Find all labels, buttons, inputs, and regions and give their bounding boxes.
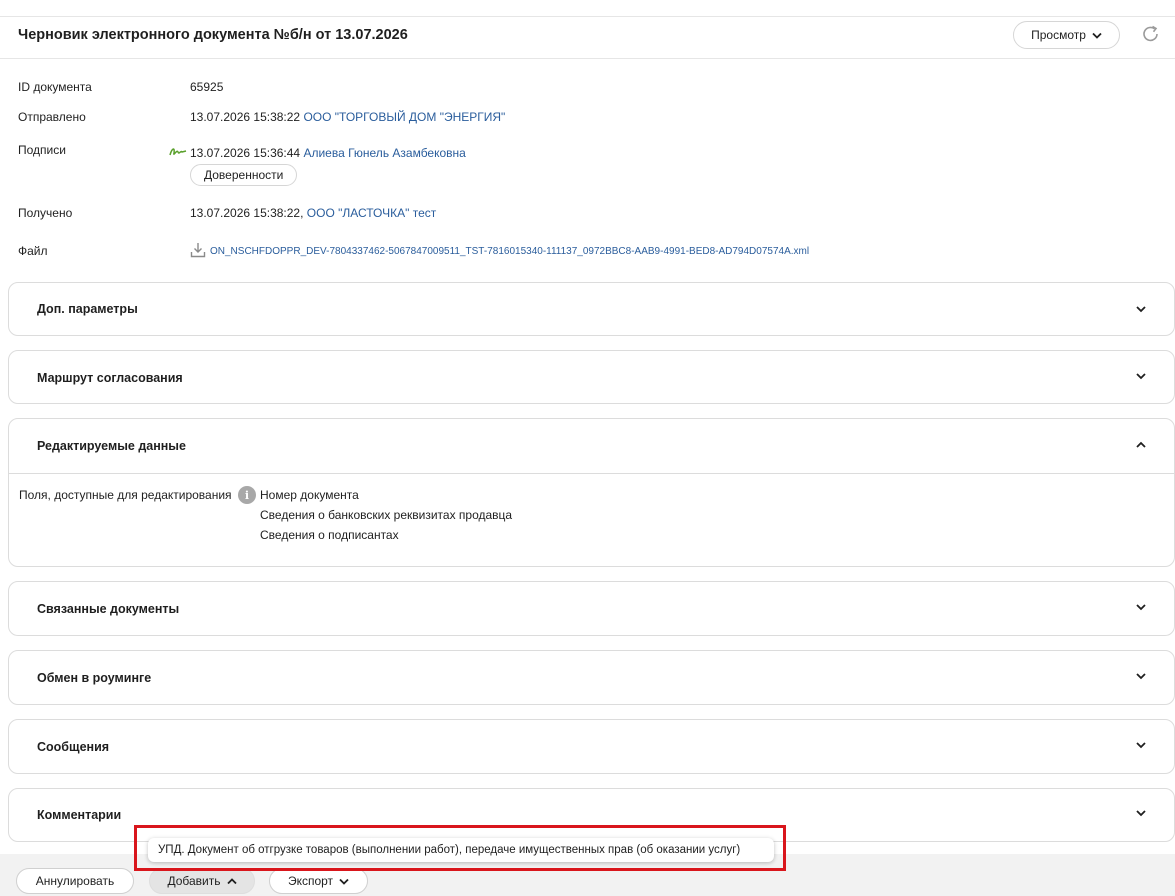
sent-label: Отправлено	[18, 110, 86, 124]
editable-field-item: Сведения о банковских реквизитах продавц…	[260, 508, 513, 522]
chevron-up-icon	[226, 877, 237, 884]
signatures-label: Подписи	[18, 143, 66, 157]
file-label: Файл	[18, 244, 48, 258]
export-button[interactable]: Экспорт	[269, 868, 368, 894]
annul-button[interactable]: Аннулировать	[16, 868, 134, 894]
view-dropdown-button[interactable]: Просмотр	[1013, 21, 1120, 49]
section-title: Сообщения	[37, 740, 110, 754]
section-extra-params[interactable]: Доп. параметры	[8, 282, 1175, 336]
section-roaming[interactable]: Обмен в роуминге	[8, 650, 1175, 705]
file-download-link[interactable]: ON_NSCHFDOPPR_DEV-7804337462-50678470095…	[210, 246, 809, 257]
section-messages[interactable]: Сообщения	[8, 719, 1175, 774]
document-header: Черновик электронного документа №б/н от …	[0, 17, 1175, 59]
sent-value: 13.07.2026 15:38:22 ООО "ТОРГОВЫЙ ДОМ "Э…	[190, 110, 505, 124]
section-title[interactable]: Редактируемые данные	[37, 439, 186, 453]
editable-field-item: Сведения о подписантах	[260, 528, 399, 542]
chevron-down-icon	[339, 878, 349, 885]
sent-time: 13.07.2026 15:38:22	[190, 110, 301, 124]
signature-value: 13.07.2026 15:36:44 Алиева Гюнель Азамбе…	[190, 146, 466, 160]
section-approval-route[interactable]: Маршрут согласования	[8, 350, 1175, 404]
section-editable-data: Редактируемые данные Поля, доступные для…	[8, 418, 1175, 567]
chevron-down-icon[interactable]	[1135, 809, 1147, 817]
doc-id-value: 65925	[190, 80, 224, 94]
export-button-label: Экспорт	[287, 874, 334, 888]
page-title: Черновик электронного документа №б/н от …	[18, 27, 408, 43]
sent-org-link[interactable]: ООО "ТОРГОВЫЙ ДОМ "ЭНЕРГИЯ"	[303, 110, 505, 124]
chevron-down-icon	[1092, 32, 1102, 39]
received-org-link[interactable]: ООО "ЛАСТОЧКА" тест	[307, 206, 436, 220]
editable-fields-label: Поля, доступные для редактирования	[19, 488, 232, 502]
chevron-down-icon[interactable]	[1135, 741, 1147, 749]
received-time: 13.07.2026 15:38:22,	[190, 206, 304, 220]
powers-of-attorney-button[interactable]: Доверенности	[190, 164, 298, 186]
add-button[interactable]: Добавить	[149, 868, 255, 894]
signature-icon	[169, 148, 187, 156]
view-button-label: Просмотр	[1031, 28, 1086, 42]
section-title: Маршрут согласования	[37, 371, 183, 385]
chevron-down-icon[interactable]	[1135, 305, 1147, 313]
signature-time: 13.07.2026 15:36:44	[190, 146, 301, 160]
received-label: Получено	[18, 206, 73, 220]
signer-link[interactable]: Алиева Гюнель Азамбековна	[303, 146, 465, 160]
section-related-documents[interactable]: Связанные документы	[8, 581, 1175, 636]
highlight-frame	[134, 825, 786, 871]
chevron-up-icon[interactable]	[1135, 441, 1147, 449]
refresh-icon[interactable]	[1140, 23, 1162, 45]
chevron-down-icon[interactable]	[1135, 672, 1147, 680]
add-button-label: Добавить	[167, 874, 221, 888]
chevron-down-icon[interactable]	[1135, 372, 1147, 380]
section-title: Связанные документы	[37, 602, 180, 616]
doc-id-label: ID документа	[18, 80, 92, 94]
info-icon[interactable]: i	[238, 486, 256, 504]
editable-field-item: Номер документа	[260, 488, 359, 502]
received-value: 13.07.2026 15:38:22, ООО "ЛАСТОЧКА" тест	[190, 206, 436, 220]
section-divider	[9, 473, 1174, 474]
section-title: Комментарии	[37, 808, 122, 822]
chevron-down-icon[interactable]	[1135, 603, 1147, 611]
section-title: Доп. параметры	[37, 302, 138, 316]
download-icon[interactable]	[190, 242, 206, 258]
section-title: Обмен в роуминге	[37, 671, 152, 685]
